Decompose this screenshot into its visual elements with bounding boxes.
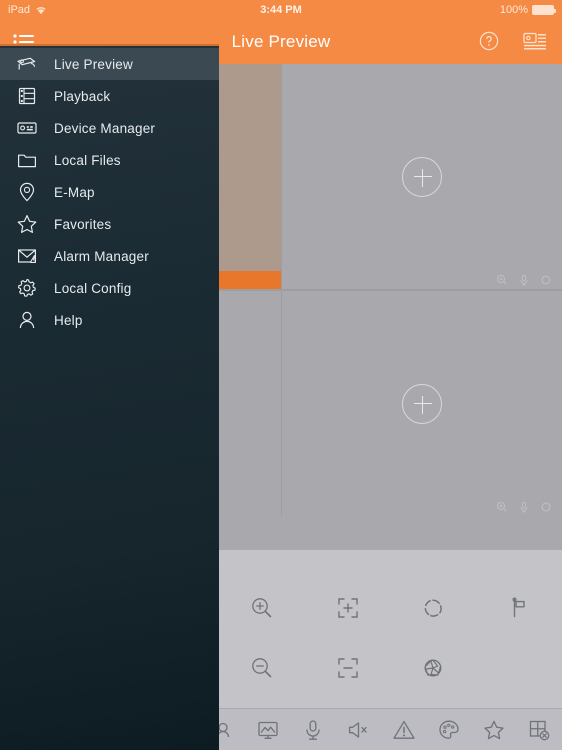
side-drawer: Live Preview Playback Device Manager Loc… bbox=[0, 44, 219, 750]
sidebar-item-help[interactable]: Help bbox=[0, 304, 219, 336]
palette-icon[interactable] bbox=[436, 717, 462, 743]
sidebar-item-label: Local Files bbox=[54, 152, 121, 168]
digital-zoom-icon[interactable] bbox=[496, 274, 508, 286]
sidebar-item-label: Live Preview bbox=[54, 56, 133, 72]
plus-circle-icon[interactable] bbox=[402, 156, 442, 197]
sidebar-item-label: E-Map bbox=[54, 184, 95, 200]
star-icon bbox=[14, 211, 40, 237]
device-list-icon[interactable] bbox=[522, 30, 548, 54]
iris-close-button[interactable] bbox=[416, 651, 450, 685]
map-pin-icon bbox=[14, 179, 40, 205]
video-cell-2-toolbar bbox=[282, 271, 562, 289]
alarm-mail-icon bbox=[14, 243, 40, 269]
warning-icon[interactable] bbox=[391, 717, 417, 743]
ptz-button-grid bbox=[219, 578, 562, 698]
ptz-empty-slot bbox=[502, 651, 536, 685]
sidebar-item-label: Alarm Manager bbox=[54, 248, 149, 264]
gear-icon bbox=[14, 275, 40, 301]
device-icon bbox=[14, 115, 40, 141]
sidebar-item-live-preview[interactable]: Live Preview bbox=[0, 48, 219, 80]
microphone-icon[interactable] bbox=[518, 501, 530, 513]
video-cell-4-controls bbox=[486, 501, 562, 513]
grid-close-icon[interactable] bbox=[526, 717, 552, 743]
focus-far-button[interactable] bbox=[331, 651, 365, 685]
sidebar-item-e-map[interactable]: E-Map bbox=[0, 176, 219, 208]
user-icon bbox=[14, 307, 40, 333]
battery-full-icon bbox=[532, 5, 556, 15]
sidebar-item-label: Local Config bbox=[54, 280, 132, 296]
sidebar-item-local-config[interactable]: Local Config bbox=[0, 272, 219, 304]
video-cell-4[interactable] bbox=[282, 291, 562, 516]
video-cell-2-controls bbox=[486, 274, 562, 286]
help-circle-icon[interactable] bbox=[478, 30, 504, 54]
preset-button[interactable] bbox=[502, 591, 536, 625]
status-bar: iPad 3:44 PM 100% bbox=[0, 0, 562, 20]
video-cell-2[interactable] bbox=[282, 64, 562, 289]
zoom-out-button[interactable] bbox=[245, 651, 279, 685]
sidebar-item-playback[interactable]: Playback bbox=[0, 80, 219, 112]
sidebar-item-label: Device Manager bbox=[54, 120, 156, 136]
status-bar-clock: 3:44 PM bbox=[260, 4, 302, 16]
digital-zoom-icon[interactable] bbox=[496, 501, 508, 513]
film-strip-icon bbox=[14, 83, 40, 109]
folder-icon bbox=[14, 147, 40, 173]
record-icon[interactable] bbox=[540, 501, 552, 513]
bottom-toolbar-items bbox=[200, 709, 562, 750]
battery-percent-label: 100% bbox=[499, 4, 528, 16]
sidebar-item-label: Playback bbox=[54, 88, 111, 104]
record-icon[interactable] bbox=[540, 274, 552, 286]
plus-circle-icon[interactable] bbox=[402, 383, 442, 424]
drawer-accent-strip bbox=[0, 44, 219, 46]
star-icon[interactable] bbox=[481, 717, 507, 743]
microphone-icon[interactable] bbox=[300, 717, 326, 743]
iris-open-button[interactable] bbox=[416, 591, 450, 625]
zoom-in-button[interactable] bbox=[245, 591, 279, 625]
sidebar-item-favorites[interactable]: Favorites bbox=[0, 208, 219, 240]
speaker-mute-icon[interactable] bbox=[345, 717, 371, 743]
drawer-menu-list: Live Preview Playback Device Manager Loc… bbox=[0, 44, 219, 336]
sidebar-item-alarm-manager[interactable]: Alarm Manager bbox=[0, 240, 219, 272]
video-cell-4-toolbar bbox=[282, 498, 562, 516]
focus-near-button[interactable] bbox=[331, 591, 365, 625]
navigation-bar-actions bbox=[478, 30, 548, 54]
sidebar-item-local-files[interactable]: Local Files bbox=[0, 144, 219, 176]
sidebar-item-label: Favorites bbox=[54, 216, 112, 232]
camera-icon bbox=[14, 51, 40, 77]
sidebar-item-label: Help bbox=[54, 312, 83, 328]
sidebar-item-device-manager[interactable]: Device Manager bbox=[0, 112, 219, 144]
picture-icon[interactable] bbox=[255, 717, 281, 743]
microphone-icon[interactable] bbox=[518, 274, 530, 286]
status-bar-right: 100% bbox=[499, 4, 556, 16]
